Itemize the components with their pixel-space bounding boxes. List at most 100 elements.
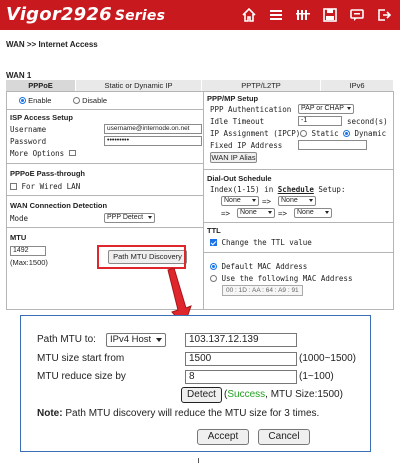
mac-address-fields[interactable]: 00 : 1D : AA : 64 : A9 : 91 (222, 285, 303, 296)
ip-version-select[interactable]: IPv4 Host (106, 333, 166, 347)
chevron-down-icon (252, 199, 256, 202)
detect-button[interactable]: Detect (181, 387, 222, 403)
pppoe-pass-title: PPPoE Pass-through (10, 169, 86, 178)
divider (198, 458, 199, 463)
tab-pptp-l2tp[interactable]: PPTP/L2TP (202, 80, 321, 91)
disable-radio-dot[interactable] (73, 97, 80, 104)
ttl-title: TTL (207, 226, 221, 235)
brand-logo: Vigor2926 Series (6, 4, 165, 25)
dynamic-radio[interactable]: Dynamic (343, 129, 386, 138)
tab-ipv6[interactable]: IPv6 (321, 80, 394, 91)
chevron-down-icon (268, 211, 272, 214)
dynamic-radio-dot[interactable] (343, 130, 350, 137)
wan-detect-title: WAN Connection Detection (10, 201, 108, 210)
arrow-text: => (221, 209, 231, 218)
default-mac-radio[interactable]: Default MAC Address (210, 262, 307, 271)
menu-icon[interactable] (268, 7, 284, 23)
ppp-mp-setup-title: PPP/MP Setup (207, 94, 259, 103)
idle-timeout-input[interactable]: -1 (298, 116, 342, 126)
schedule-select-4[interactable]: None (294, 208, 332, 218)
disable-radio[interactable]: Disable (73, 96, 107, 105)
chat-icon[interactable] (349, 7, 365, 23)
default-mac-dot[interactable] (210, 263, 217, 270)
right-column: PPP/MP Setup PPP Authentication PAP or C… (204, 92, 393, 309)
save-icon[interactable] (322, 7, 338, 23)
highlight-box (97, 245, 186, 269)
mtu-start-input[interactable]: 1500 (185, 352, 297, 366)
mode-value: PPP Detect (107, 214, 144, 221)
username-input[interactable]: username@internode.on.net (104, 124, 202, 134)
dynamic-label: Dynamic (354, 129, 387, 138)
schedule-3-value: None (240, 209, 257, 216)
static-radio-dot[interactable] (300, 130, 307, 137)
chevron-down-icon (156, 338, 162, 342)
divider (204, 169, 393, 170)
mtu-reduce-label: MTU reduce size by (37, 371, 126, 382)
for-wired-lan-checkbox[interactable]: For Wired LAN (10, 182, 80, 191)
accept-button[interactable]: Accept (197, 429, 249, 445)
tab-pppoe[interactable]: PPPoE (6, 80, 76, 91)
divider (7, 163, 203, 164)
mac-octet: 91 (291, 287, 299, 294)
static-label: Static (311, 129, 339, 138)
expand-icon[interactable] (68, 150, 76, 156)
for-wired-lan-label: For Wired LAN (21, 182, 81, 191)
for-wired-lan-box[interactable] (10, 183, 17, 190)
home-icon[interactable] (241, 7, 257, 23)
note-label: Note: (37, 408, 63, 419)
wan-tabs: PPPoE Static or Dynamic IP PPTP/L2TP IPv… (6, 80, 394, 91)
chevron-down-icon (325, 211, 329, 214)
enable-radio[interactable]: Enable (19, 96, 51, 105)
tab-static-dynamic[interactable]: Static or Dynamic IP (76, 80, 202, 91)
dial-out-schedule-title: Dial-Out Schedule (207, 174, 272, 183)
more-options-link[interactable]: More Options (10, 149, 76, 158)
mtu-title: MTU (10, 233, 27, 242)
ip-version-value: IPv4 Host (110, 334, 152, 345)
idle-timeout-label: Idle Timeout (210, 117, 265, 126)
chevron-down-icon (309, 199, 313, 202)
more-options-label: More Options (10, 149, 65, 158)
schedule-link[interactable]: Schedule (278, 185, 314, 194)
enable-label: Enable (28, 96, 52, 105)
host-ip-input[interactable]: 103.137.12.139 (185, 333, 297, 347)
logout-icon[interactable] (376, 7, 392, 23)
change-ttl-checkbox[interactable]: Change the TTL value (210, 238, 312, 247)
schedule-select-3[interactable]: None (237, 208, 275, 218)
change-ttl-box[interactable] (210, 239, 217, 246)
schedule-select-2[interactable]: None (278, 196, 316, 206)
schedule-select-1[interactable]: None (221, 196, 259, 206)
static-radio[interactable]: Static (300, 129, 339, 138)
fixed-ip-input[interactable] (298, 140, 367, 150)
default-mac-label: Default MAC Address (221, 262, 308, 271)
divider (7, 195, 203, 196)
result-success: Success (227, 389, 266, 400)
mtu-input[interactable]: 1492 (10, 246, 46, 256)
cancel-button[interactable]: Cancel (258, 429, 310, 445)
index-label: Index(1-15) in (210, 185, 274, 194)
chevron-down-icon (148, 216, 152, 219)
result-mtu-size: , MTU Size:1500) (265, 389, 343, 400)
divider (7, 109, 203, 110)
mac-octet: AA (252, 287, 261, 294)
mode-select[interactable]: PPP Detect (104, 213, 155, 223)
brand-series: Series (114, 8, 166, 24)
mtu-start-label: MTU size start from (37, 353, 125, 364)
arrow-text: => (262, 197, 272, 206)
mtu-reduce-input[interactable]: 8 (185, 370, 297, 384)
password-input[interactable]: ••••••••• (104, 136, 202, 146)
path-mtu-to-label: Path MTU to: (37, 334, 96, 345)
wan-ip-alias-button[interactable]: WAN IP Alias (210, 152, 257, 163)
username-label: Username (10, 125, 47, 134)
enable-radio-dot[interactable] (19, 97, 26, 104)
ip-assignment-label: IP Assignment (IPCP) (210, 129, 301, 138)
password-label: Password (10, 137, 47, 146)
schedule-2-value: None (281, 197, 298, 204)
use-mac-radio[interactable]: Use the following MAC Address (210, 274, 352, 283)
mtu-start-range: (1000~1500) (299, 353, 356, 364)
ppp-auth-select[interactable]: PAP or CHAP (298, 104, 354, 114)
schedule-1-value: None (224, 197, 241, 204)
wan-section-label: WAN 1 (6, 71, 32, 80)
mac-octet: 1D (238, 287, 247, 294)
bars-icon[interactable] (295, 7, 311, 23)
use-mac-dot[interactable] (210, 275, 217, 282)
